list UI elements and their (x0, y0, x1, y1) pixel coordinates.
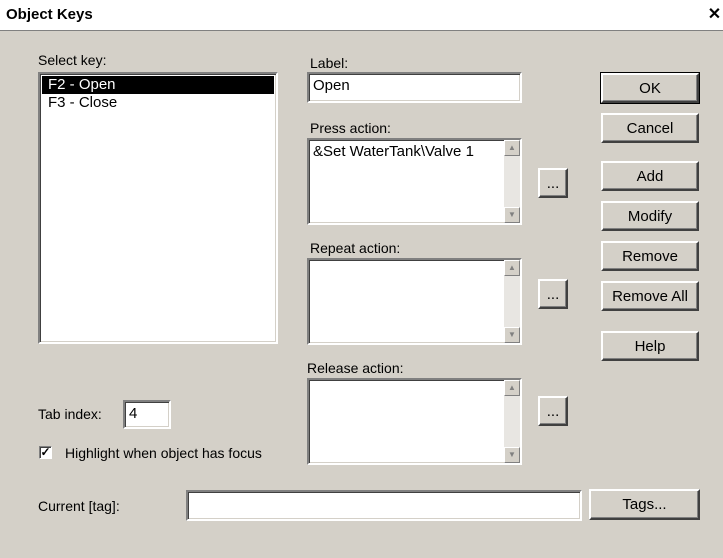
title-bar: Object Keys ✕ (0, 0, 723, 31)
repeat-action-textarea[interactable]: ▲ ▼ (307, 258, 522, 345)
tags-button[interactable]: Tags... (589, 489, 700, 520)
highlight-label[interactable]: Highlight when object has focus (65, 445, 262, 461)
repeat-action-value (309, 260, 520, 266)
close-icon[interactable]: ✕ (706, 5, 723, 24)
add-button[interactable]: Add (601, 161, 699, 191)
press-action-browse-button[interactable]: ... (538, 168, 568, 198)
current-tag-input[interactable] (186, 490, 582, 521)
highlight-checkbox[interactable]: ✓ (39, 446, 52, 459)
cancel-button[interactable]: Cancel (601, 113, 699, 143)
select-key-list[interactable]: F2 - Open F3 - Close (38, 72, 278, 344)
press-action-value: &Set WaterTank\Valve 1 (313, 143, 474, 160)
release-action-label: Release action: (307, 360, 404, 376)
remove-button[interactable]: Remove (601, 241, 699, 271)
press-action-scrollbar[interactable]: ▲ ▼ (504, 140, 520, 223)
label-input[interactable]: Open (307, 72, 522, 103)
current-tag-label: Current [tag]: (38, 498, 120, 514)
scroll-down-icon[interactable]: ▼ (504, 327, 520, 343)
press-action-label: Press action: (310, 120, 391, 136)
press-action-textarea[interactable]: &Set WaterTank\Valve 1 ▲ ▼ (307, 138, 522, 225)
scroll-up-icon[interactable]: ▲ (504, 380, 520, 396)
release-action-scrollbar[interactable]: ▲ ▼ (504, 380, 520, 463)
select-key-label: Select key: (38, 52, 107, 68)
tab-index-input[interactable]: 4 (123, 400, 171, 429)
release-action-textarea[interactable]: ▲ ▼ (307, 378, 522, 465)
repeat-action-label: Repeat action: (310, 240, 401, 256)
tab-index-label: Tab index: (38, 406, 102, 422)
label-field-label: Label: (310, 55, 349, 71)
repeat-action-scrollbar[interactable]: ▲ ▼ (504, 260, 520, 343)
release-action-browse-button[interactable]: ... (538, 396, 568, 426)
current-tag-value (188, 492, 580, 498)
release-action-value (309, 380, 520, 386)
modify-button[interactable]: Modify (601, 201, 699, 231)
list-item-f3-close[interactable]: F3 - Close (42, 94, 274, 112)
scroll-down-icon[interactable]: ▼ (504, 447, 520, 463)
window-title: Object Keys (6, 6, 93, 23)
scroll-up-icon[interactable]: ▲ (504, 140, 520, 156)
repeat-action-browse-button[interactable]: ... (538, 279, 568, 309)
help-button[interactable]: Help (601, 331, 699, 361)
tab-index-value: 4 (129, 405, 138, 422)
list-item-f2-open[interactable]: F2 - Open (42, 76, 274, 94)
scroll-up-icon[interactable]: ▲ (504, 260, 520, 276)
remove-all-button[interactable]: Remove All (601, 281, 699, 311)
ok-button[interactable]: OK (600, 72, 700, 104)
scroll-down-icon[interactable]: ▼ (504, 207, 520, 223)
label-input-value: Open (313, 77, 350, 94)
